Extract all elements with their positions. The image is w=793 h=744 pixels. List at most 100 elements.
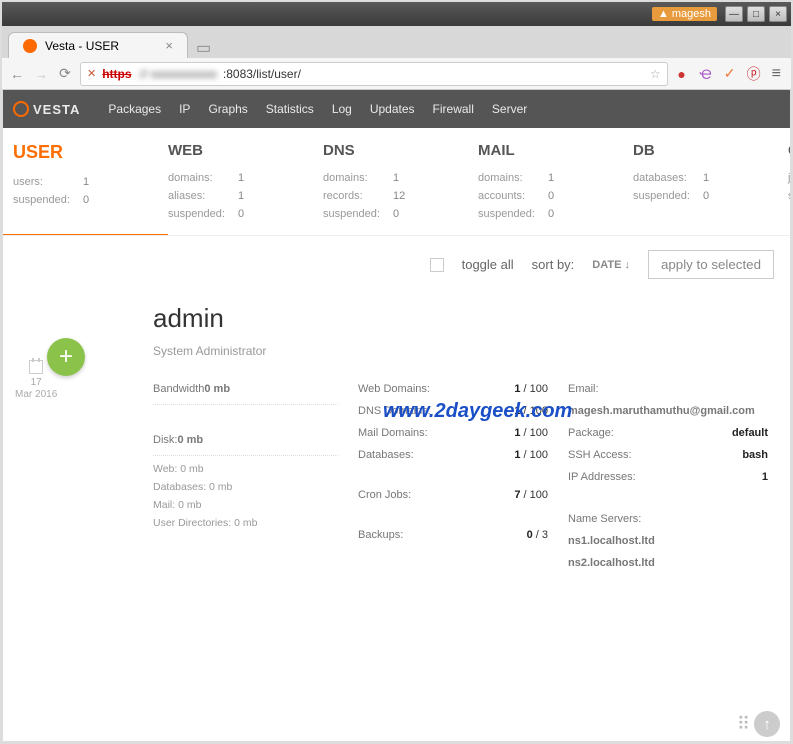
extension-icon[interactable]: ● xyxy=(674,66,690,82)
browser-tabbar: Vesta - USER × ▭ xyxy=(2,26,791,58)
stat-row: domains:1 xyxy=(323,169,478,187)
category-user[interactable]: USER users:1suspended:0 xyxy=(13,142,168,235)
session-user: magesh xyxy=(672,8,711,20)
stat-row: records:12 xyxy=(323,187,478,205)
stat-row: suspended:0 xyxy=(478,205,633,223)
session-user-badge: ▲ magesh xyxy=(652,7,717,21)
category-title: MAIL xyxy=(478,142,633,159)
metric-row: Web Domains:1 / 100 xyxy=(358,378,548,400)
stat-row: accounts:0 xyxy=(478,187,633,205)
category-db[interactable]: DBdatabases:1suspended:0 xyxy=(633,142,788,235)
page-content: VESTA Packages IP Graphs Statistics Log … xyxy=(2,90,791,742)
ssh-value: bash xyxy=(742,449,768,461)
tab-close-icon[interactable]: × xyxy=(165,38,173,53)
disk-label: Disk: xyxy=(153,429,177,451)
email-value: magesh.maruthamuthu@gmail.com xyxy=(568,400,755,422)
category-web[interactable]: WEB domains:1aliases:1suspended:0 xyxy=(168,142,323,235)
disk-sub: Mail: 0 mb xyxy=(153,496,338,514)
stat-row: domains:1 xyxy=(168,169,323,187)
disk-sub: User Directories: 0 mb xyxy=(153,514,338,532)
reload-button[interactable]: ⟳ xyxy=(56,65,74,83)
brand-logo[interactable]: VESTA xyxy=(13,101,80,117)
disk-sub: Web: 0 mb xyxy=(153,460,338,478)
window-close-button[interactable]: × xyxy=(769,6,787,22)
nav-ip[interactable]: IP xyxy=(179,102,190,116)
stat-row: suspended:0 xyxy=(13,191,168,209)
nav-packages[interactable]: Packages xyxy=(108,102,161,116)
nav-log[interactable]: Log xyxy=(332,102,352,116)
disk-value: 0 mb xyxy=(177,434,203,446)
new-tab-button[interactable]: ▭ xyxy=(188,38,219,58)
category-dns[interactable]: DNS domains:1records:12suspended:0 xyxy=(323,142,478,235)
favicon-icon xyxy=(23,39,37,53)
extensions: ● Ҽ ✓ ⓟ xyxy=(674,66,762,82)
category-title: WEB xyxy=(168,142,323,159)
url-host-blurred: :// xxxxxxxxxxx xyxy=(138,67,217,81)
user-role: System Administrator xyxy=(153,344,774,358)
browser-toolbar: ← → ⟳ ✕ https :// xxxxxxxxxxx :8083/list… xyxy=(2,58,791,90)
ns-label: Name Servers: xyxy=(568,508,768,530)
calendar-icon xyxy=(29,360,43,374)
forward-button[interactable]: → xyxy=(32,65,50,83)
address-bar[interactable]: ✕ https :// xxxxxxxxxxx :8083/list/user/… xyxy=(80,62,668,86)
user-name: admin xyxy=(153,303,774,334)
bookmark-star-icon[interactable]: ☆ xyxy=(650,67,661,81)
drag-handle-icon[interactable]: ⠿ xyxy=(737,714,748,735)
sort-by-label: sort by: xyxy=(532,257,575,272)
ns2-value: ns2.localhost.ltd xyxy=(568,552,655,574)
toggle-all-checkbox[interactable] xyxy=(430,258,444,272)
category-tabs: USERusers:1suspended:0WEBdomains:1aliase… xyxy=(3,128,790,236)
nav-statistics[interactable]: Statistics xyxy=(266,102,314,116)
category-cron[interactable]: CRON jobs:7suspended:0 xyxy=(788,142,790,235)
stat-row: suspended:0 xyxy=(633,187,788,205)
ssh-label: SSH Access: xyxy=(568,444,742,466)
watermark-text: www.2daygeek.com xyxy=(383,400,572,423)
toggle-all-label: toggle all xyxy=(462,257,514,272)
category-mail[interactable]: MAIL domains:1accounts:0suspended:0 xyxy=(478,142,633,235)
url-scheme: https xyxy=(102,67,131,81)
nav-firewall[interactable]: Firewall xyxy=(433,102,474,116)
list-toolbar: toggle all sort by: DATE ↓ apply to sele… xyxy=(3,236,790,293)
window-maximize-button[interactable]: □ xyxy=(747,6,765,22)
stat-row: aliases:1 xyxy=(168,187,323,205)
window-minimize-button[interactable]: — xyxy=(725,6,743,22)
stat-row: suspended:0 xyxy=(788,187,790,205)
category-title: USER xyxy=(13,142,168,163)
nav-graphs[interactable]: Graphs xyxy=(208,102,247,116)
logo-icon xyxy=(13,101,29,117)
extension-icon[interactable]: ✓ xyxy=(722,66,738,82)
user-panel: admin System Administrator www.2daygeek.… xyxy=(153,293,790,574)
app-topnav: VESTA Packages IP Graphs Statistics Log … xyxy=(3,90,790,128)
nav-server[interactable]: Server xyxy=(492,102,527,116)
stat-row: suspended:0 xyxy=(323,205,478,223)
email-label: Email: xyxy=(568,378,768,400)
stat-row: suspended:0 xyxy=(168,205,323,223)
stat-row: domains:1 xyxy=(478,169,633,187)
window-titlebar: ▲ magesh — □ × xyxy=(2,2,791,26)
scroll-top-button[interactable]: ↑ xyxy=(754,711,780,737)
disk-sub: Databases: 0 mb xyxy=(153,478,338,496)
category-title: DNS xyxy=(323,142,478,159)
back-button[interactable]: ← xyxy=(8,65,26,83)
browser-tab[interactable]: Vesta - USER × xyxy=(8,32,188,58)
browser-menu-button[interactable]: ≡ xyxy=(768,65,785,83)
ip-label: IP Addresses: xyxy=(568,466,762,488)
package-value: default xyxy=(732,427,768,439)
stat-row: jobs:7 xyxy=(788,169,790,187)
category-title: CRON xyxy=(788,142,790,159)
brand-text: VESTA xyxy=(33,102,80,117)
metric-row: Mail Domains:1 / 100 xyxy=(358,422,548,444)
sort-value[interactable]: DATE ↓ xyxy=(592,259,630,271)
metric-row: Backups:0 / 3 xyxy=(358,524,548,546)
extension-icon[interactable]: Ҽ xyxy=(698,66,714,82)
apply-to-selected-button[interactable]: apply to selected xyxy=(648,250,774,279)
tab-title: Vesta - USER xyxy=(45,39,119,53)
nav-updates[interactable]: Updates xyxy=(370,102,415,116)
metric-row: Cron Jobs:7 / 100 xyxy=(358,484,548,506)
category-title: DB xyxy=(633,142,788,159)
warning-icon: ▲ xyxy=(658,8,669,20)
url-path: :8083/list/user/ xyxy=(223,67,301,81)
pinterest-icon[interactable]: ⓟ xyxy=(746,66,762,82)
add-user-button[interactable]: + xyxy=(47,338,85,376)
stat-row: users:1 xyxy=(13,173,168,191)
